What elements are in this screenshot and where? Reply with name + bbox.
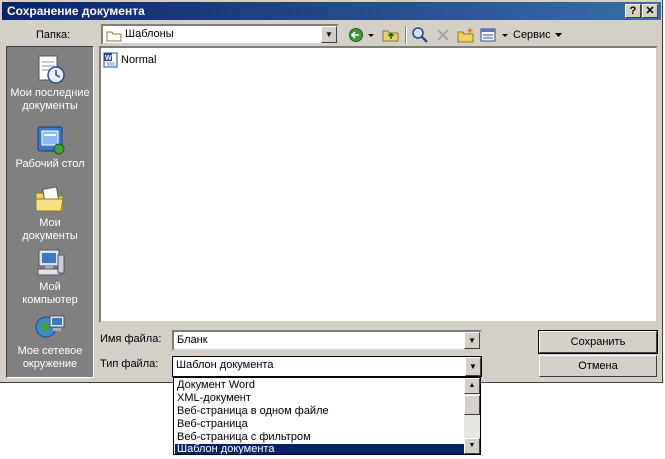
list-item[interactable]: W Normal (103, 52, 156, 68)
chevron-down-icon[interactable]: ▼ (465, 357, 481, 376)
new-folder-icon (457, 28, 474, 43)
desktop-icon (37, 126, 65, 155)
my-documents-icon (35, 186, 64, 212)
new-folder-button[interactable] (455, 25, 477, 45)
dialog-title: Сохранение документа (7, 4, 145, 18)
dropdown-option[interactable]: Веб-страница (175, 418, 465, 431)
folder-icon (106, 31, 122, 42)
dropdown-option[interactable]: Документ Word (175, 379, 465, 392)
svg-text:W: W (105, 55, 112, 62)
file-list[interactable]: W Normal (99, 46, 658, 323)
help-button[interactable]: ? (625, 4, 641, 18)
place-my-documents[interactable]: Мои документы (7, 183, 93, 243)
filetype-label: Тип файла: (100, 358, 159, 370)
delete-icon (437, 29, 449, 41)
scroll-thumb[interactable] (464, 395, 480, 415)
views-icon (480, 28, 508, 42)
place-label: документы (22, 100, 78, 112)
filetype-dropdown-list[interactable]: Документ Word XML-документ Веб-страница … (173, 377, 481, 455)
scroll-up-button[interactable]: ▲ (464, 378, 480, 394)
places-bar: Мои последние документы Рабочий стол Мои… (6, 46, 94, 378)
search-icon (412, 27, 428, 43)
folder-select[interactable]: Шаблоны ▼ (101, 24, 339, 45)
chevron-down-icon (554, 33, 562, 37)
chevron-down-icon[interactable]: ▼ (321, 26, 337, 43)
filename-label: Имя файла: (100, 333, 162, 345)
file-name: Normal (121, 54, 157, 66)
tools-menu-button[interactable]: Сервис (513, 25, 563, 45)
tools-menu-label: Сервис (513, 29, 551, 41)
cancel-button[interactable]: Отмена (539, 355, 657, 377)
up-folder-button[interactable] (381, 25, 401, 45)
title-bar: Сохранение документа ? ✕ (2, 2, 661, 20)
place-label: компьютер (22, 294, 78, 306)
search-web-button[interactable] (409, 25, 431, 45)
close-button[interactable]: ✕ (642, 4, 658, 18)
network-icon (35, 315, 65, 338)
place-recent-documents[interactable]: Мои последние документы (7, 53, 93, 113)
filename-value: Бланк (177, 334, 208, 346)
filename-input[interactable]: Бланк ▼ (172, 330, 482, 351)
dropdown-option[interactable]: XML-документ (175, 392, 465, 405)
dropdown-option-selected[interactable]: Шаблон документа (175, 444, 465, 454)
dropdown-scrollbar[interactable]: ▲ ▼ (464, 378, 480, 454)
dropdown-option[interactable]: Веб-страница с фильтром (175, 431, 465, 444)
my-computer-icon (37, 249, 65, 276)
place-label: Рабочий стол (15, 158, 85, 170)
back-icon (349, 28, 374, 42)
place-label: Мои последние (10, 87, 90, 99)
place-label: окружение (22, 358, 78, 370)
toolbar-separator (405, 26, 407, 44)
recent-docs-icon (38, 55, 65, 84)
place-label: Мой (39, 281, 61, 293)
save-dialog: Сохранение документа ? ✕ Папка: Шаблоны … (0, 0, 663, 383)
word-doc-icon: W (103, 52, 118, 68)
filetype-value: Шаблон документа (176, 359, 274, 371)
place-my-computer[interactable]: Мой компьютер (7, 247, 93, 307)
scroll-down-button[interactable]: ▼ (464, 438, 480, 454)
place-network[interactable]: Мое сетевое окружение (7, 311, 93, 371)
dropdown-option[interactable]: Веб-страница в одном файле (175, 405, 465, 418)
place-label: документы (22, 230, 78, 242)
chevron-down-icon[interactable]: ▼ (464, 332, 480, 349)
up-folder-icon (382, 30, 399, 42)
place-label: Мои (39, 217, 61, 229)
filetype-select[interactable]: Шаблон документа ▼ (172, 356, 482, 377)
delete-button[interactable] (433, 25, 453, 45)
back-button[interactable] (347, 25, 377, 45)
folder-label: Папка: (36, 29, 71, 41)
save-button[interactable]: Сохранить (538, 330, 658, 354)
folder-value: Шаблоны (125, 28, 174, 40)
views-button[interactable] (479, 25, 511, 45)
place-label: Мое сетевое (17, 345, 83, 357)
place-desktop[interactable]: Рабочий стол (7, 124, 93, 171)
